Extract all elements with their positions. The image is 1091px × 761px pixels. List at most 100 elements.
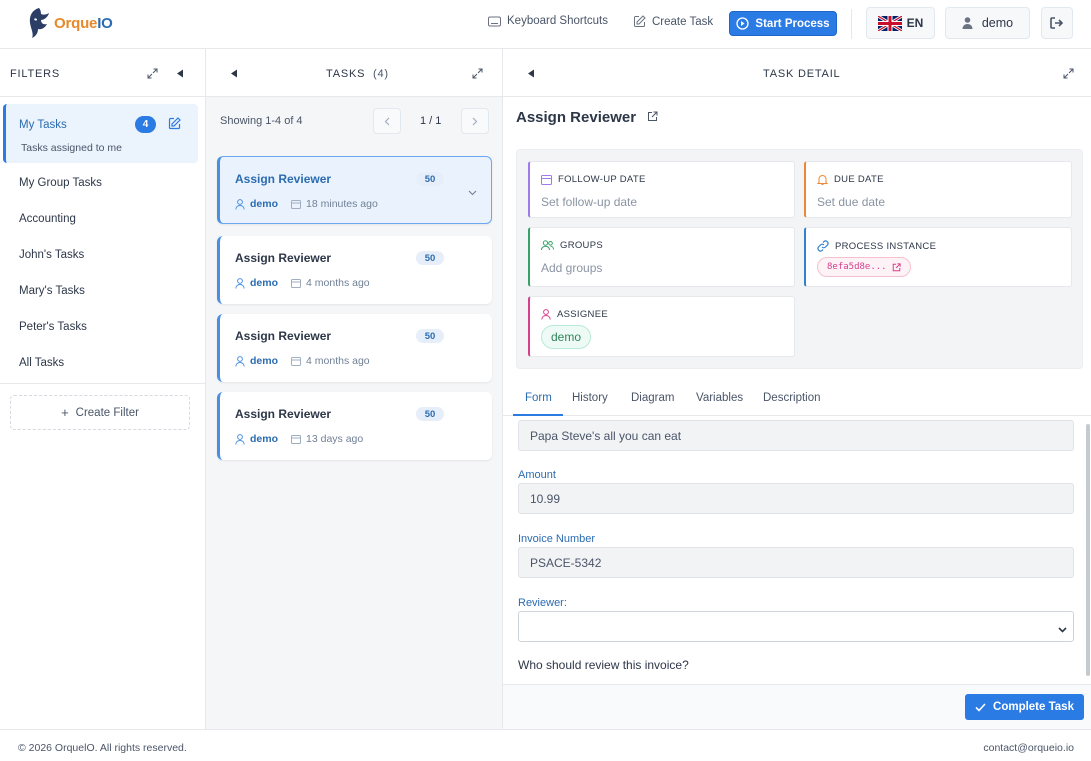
user-icon	[235, 198, 245, 210]
external-link-icon[interactable]	[647, 111, 658, 125]
logout-button[interactable]	[1041, 7, 1073, 39]
task-card[interactable]: Assign Reviewer 50 demo 4 months ago	[217, 236, 492, 304]
tab-form[interactable]: Form	[525, 392, 552, 404]
task-detail-title: Assign Reviewer	[516, 109, 637, 126]
priority-badge: 50	[416, 329, 444, 343]
app-header: OrqueIO Keyboard Shortcuts Create Task S…	[0, 0, 1091, 49]
filter-item-accounting[interactable]: Accounting	[0, 201, 205, 237]
filter-divider	[0, 383, 205, 384]
filters-header: FILTERS	[0, 49, 205, 97]
users-icon	[541, 240, 554, 251]
tab-description[interactable]: Description	[763, 392, 821, 404]
chevron-down-icon[interactable]	[468, 185, 477, 199]
tasks-header: TASKS (4)	[206, 49, 502, 97]
filter-item-marys-tasks[interactable]: Mary's Tasks	[0, 273, 205, 309]
complete-task-button[interactable]: Complete Task	[965, 694, 1084, 720]
reviewer-help-text: Who should review this invoice?	[518, 658, 689, 672]
prev-page-button[interactable]	[373, 108, 401, 134]
priority-badge: 50	[416, 172, 444, 186]
task-time: 4 months ago	[306, 355, 370, 367]
followup-date-value: Set follow-up date	[541, 195, 638, 209]
keyboard-shortcuts-button[interactable]: Keyboard Shortcuts	[488, 15, 608, 27]
tab-variables[interactable]: Variables	[696, 392, 743, 404]
detail-header: TASK DETAIL	[503, 49, 1091, 97]
assignee-chip[interactable]: demo	[541, 325, 592, 349]
calendar-icon	[291, 357, 302, 366]
create-filter-button[interactable]: + Create Filter	[10, 395, 190, 430]
task-title: Assign Reviewer	[235, 407, 332, 421]
reviewer-select[interactable]	[518, 611, 1074, 642]
calendar-icon	[291, 279, 302, 288]
filter-item-my-group-tasks[interactable]: My Group Tasks	[0, 165, 205, 201]
next-page-button[interactable]	[461, 108, 489, 134]
detail-tabs: Form History Diagram Variables Descripti…	[503, 380, 1091, 416]
tab-diagram[interactable]: Diagram	[631, 392, 674, 404]
user-menu-button[interactable]: demo	[945, 7, 1030, 39]
filters-title: FILTERS	[10, 68, 61, 80]
calendar-icon	[291, 435, 302, 444]
play-circle-icon	[736, 17, 750, 30]
uk-flag-icon	[877, 15, 902, 31]
scrollbar-thumb[interactable]	[1086, 424, 1090, 676]
task-card[interactable]: Assign Reviewer 50 demo 18 minutes ago	[217, 156, 492, 224]
task-assignee: demo	[250, 355, 279, 367]
copyright-text: © 2026 OrquelO. All rights reserved.	[18, 742, 187, 754]
collapse-left-icon[interactable]	[173, 66, 187, 80]
followup-date-card[interactable]: FOLLOW-UP DATE Set follow-up date	[528, 161, 795, 218]
contact-link[interactable]: contact@orqueio.io	[983, 742, 1074, 754]
filter-label: My Tasks	[19, 119, 67, 131]
collapse-left-icon[interactable]	[227, 66, 241, 80]
expand-icon[interactable]	[1061, 66, 1075, 80]
creditor-field[interactable]: Papa Steve's all you can eat	[518, 420, 1074, 451]
page-number: 1 / 1	[420, 115, 442, 127]
link-icon	[817, 240, 829, 252]
app-footer: © 2026 OrquelO. All rights reserved. con…	[0, 729, 1091, 761]
tab-history[interactable]: History	[572, 392, 608, 404]
task-assignee: demo	[250, 433, 279, 445]
expand-icon[interactable]	[470, 66, 484, 80]
filter-list: My Tasks 4 Tasks assigned to me My Group…	[0, 97, 205, 430]
edit-filter-icon[interactable]	[168, 117, 181, 133]
process-instance-link[interactable]: 8efa5d8e...	[817, 257, 911, 277]
task-title: Assign Reviewer	[235, 172, 332, 186]
external-link-icon	[892, 262, 901, 271]
user-icon	[962, 17, 973, 29]
bell-icon	[817, 175, 828, 185]
task-time: 18 minutes ago	[306, 198, 378, 210]
filter-item-all-tasks[interactable]: All Tasks	[0, 345, 205, 381]
amount-label: Amount	[518, 469, 556, 481]
logo[interactable]: OrqueIO	[26, 6, 113, 40]
create-task-button[interactable]: Create Task	[633, 15, 713, 28]
chevron-left-icon	[384, 117, 390, 125]
due-date-card[interactable]: DUE DATE Set due date	[804, 161, 1072, 218]
groups-card[interactable]: GROUPS Add groups	[528, 227, 795, 287]
collapse-left-icon[interactable]	[524, 66, 538, 80]
header-divider	[851, 9, 852, 39]
user-icon	[235, 277, 245, 289]
task-card[interactable]: Assign Reviewer 50 demo 4 months ago	[217, 314, 492, 382]
chevron-down-icon	[1058, 622, 1067, 636]
task-meta: demo 4 months ago	[235, 355, 370, 367]
user-icon	[541, 309, 551, 320]
form-scrollbar[interactable]	[1086, 416, 1091, 684]
chevron-right-icon	[472, 117, 478, 125]
filter-item-my-tasks[interactable]: My Tasks 4 Tasks assigned to me	[3, 104, 198, 163]
task-time: 13 days ago	[306, 433, 364, 445]
logo-text: OrqueIO	[54, 14, 113, 32]
filter-item-johns-tasks[interactable]: John's Tasks	[0, 237, 205, 273]
task-time: 4 months ago	[306, 277, 370, 289]
tasks-panel: TASKS (4) Showing 1-4 of 4 1 / 1 Assign …	[206, 49, 503, 729]
assignee-card[interactable]: ASSIGNEE demo	[528, 296, 795, 357]
keyboard-icon	[488, 16, 501, 26]
expand-icon[interactable]	[145, 66, 159, 80]
task-card[interactable]: Assign Reviewer 50 demo 13 days ago	[217, 392, 492, 460]
showing-label: Showing 1-4 of 4	[220, 115, 303, 127]
start-process-button[interactable]: Start Process	[729, 11, 837, 36]
filter-item-peters-tasks[interactable]: Peter's Tasks	[0, 309, 205, 345]
invoice-number-field[interactable]: PSACE-5342	[518, 547, 1074, 578]
task-title: Assign Reviewer	[235, 251, 332, 265]
user-icon	[235, 355, 245, 367]
language-selector[interactable]: EN	[866, 7, 935, 39]
filter-count-badge: 4	[135, 116, 156, 133]
amount-field[interactable]: 10.99	[518, 483, 1074, 514]
